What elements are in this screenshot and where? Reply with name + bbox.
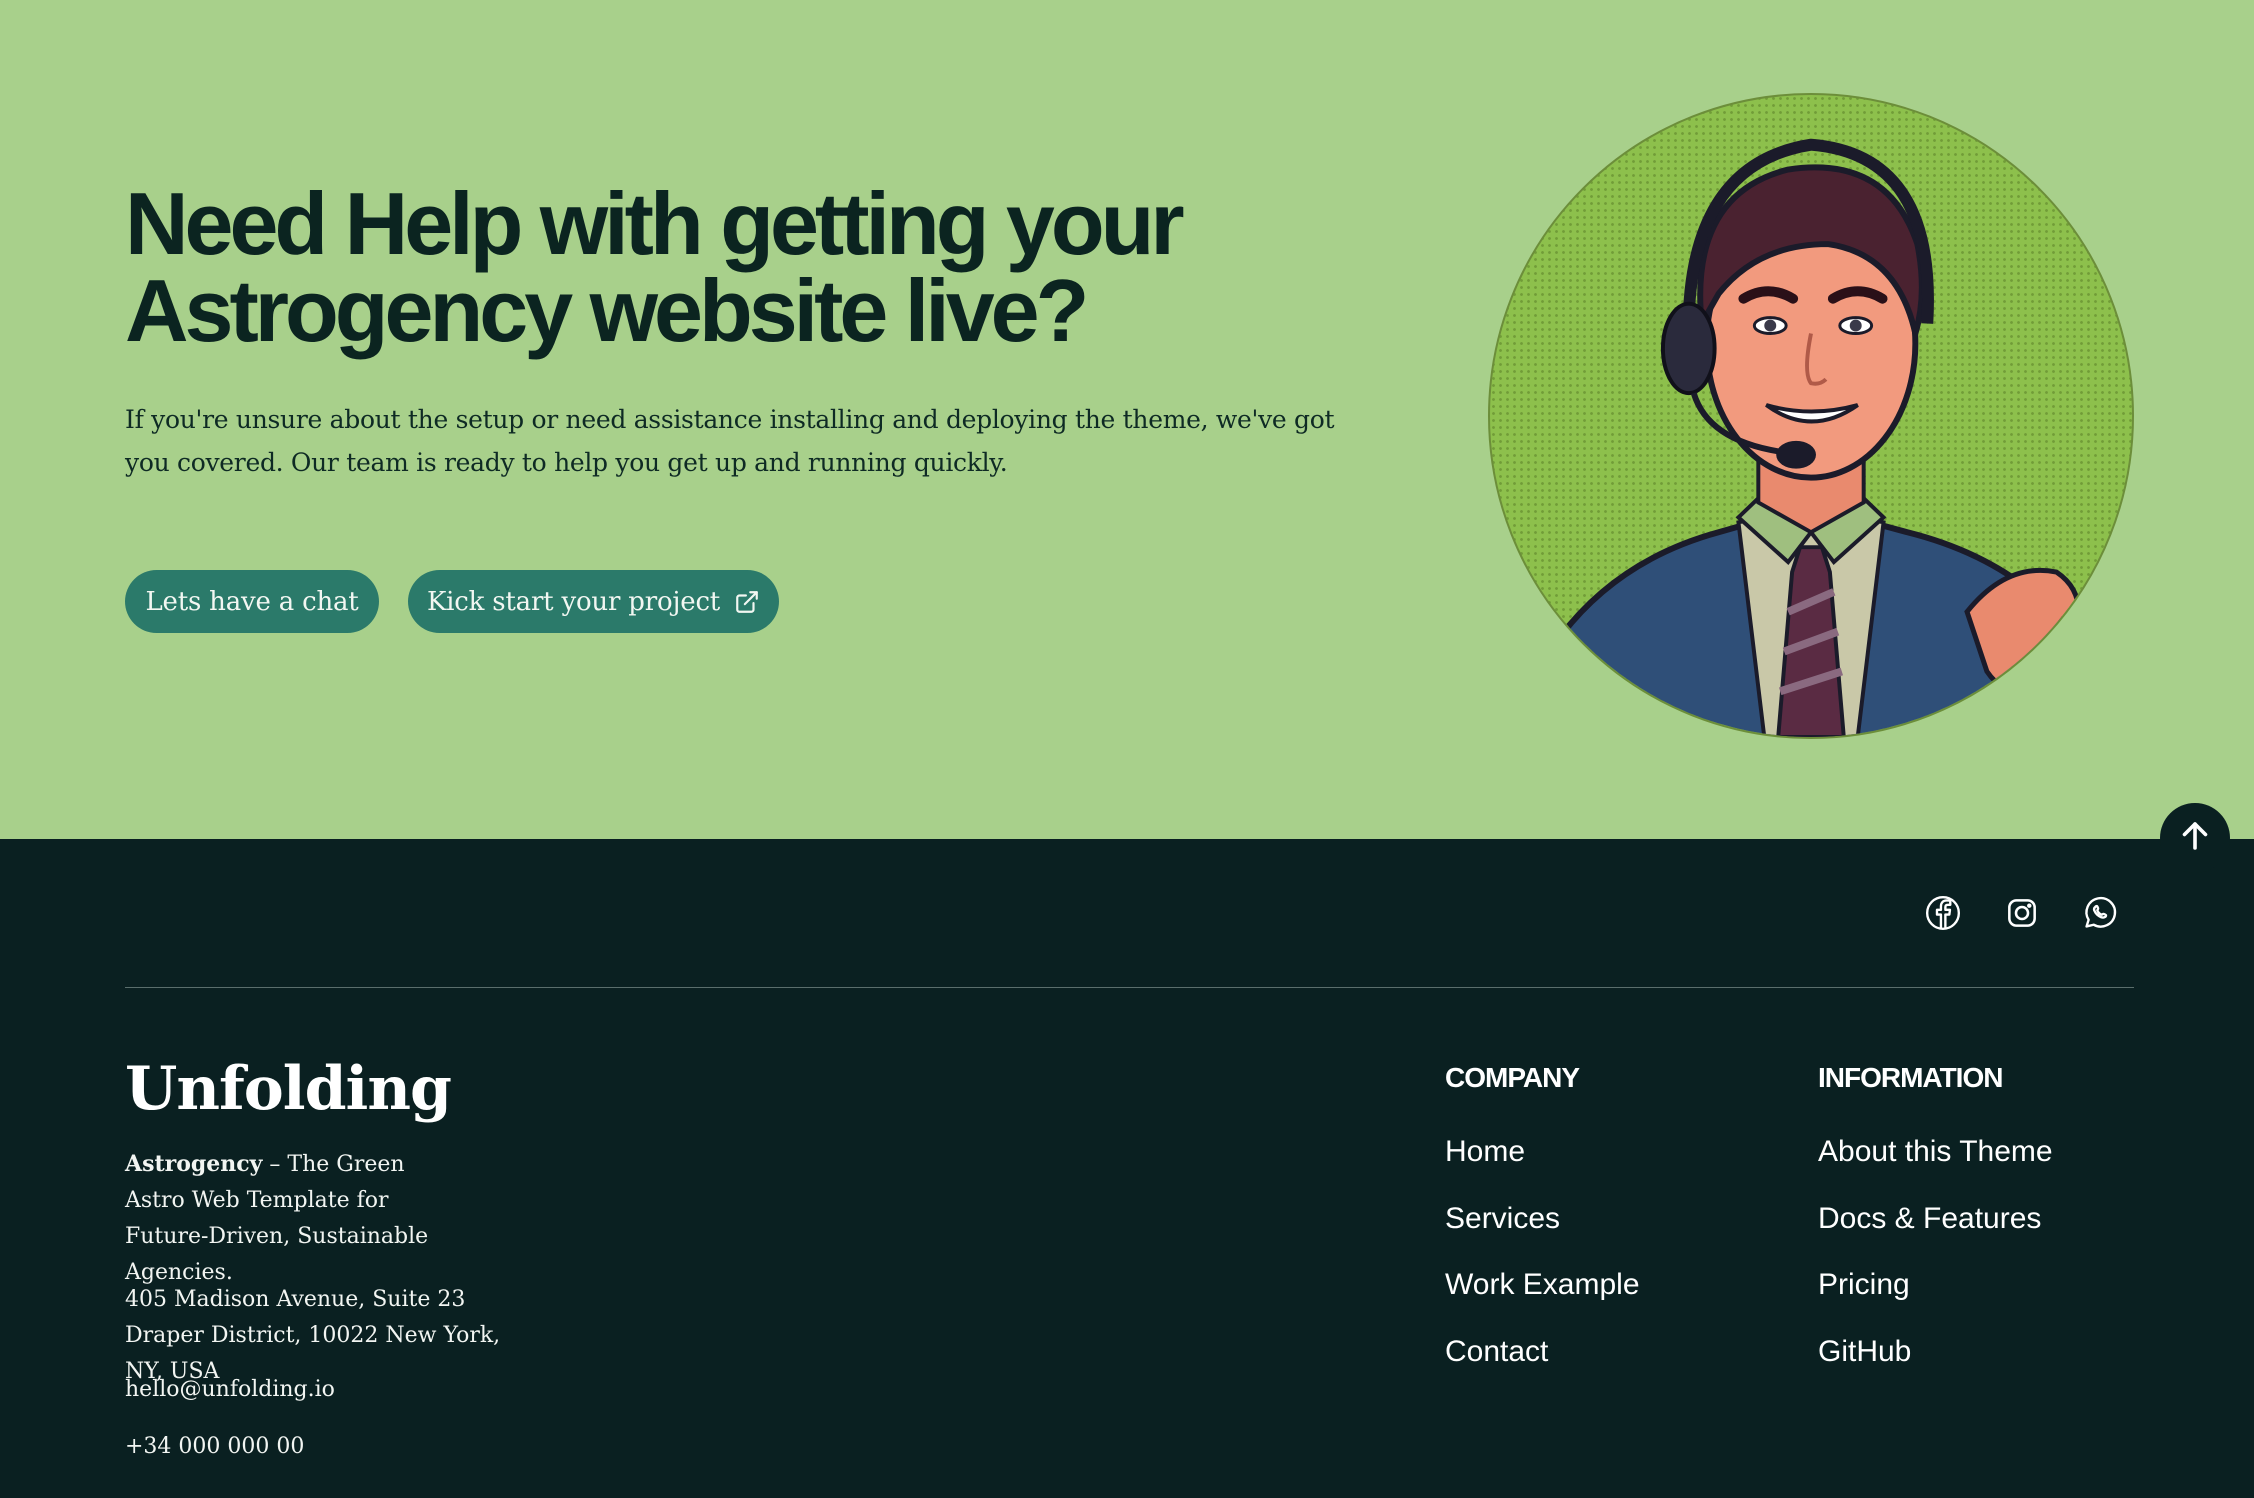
footer-link-home[interactable]: Home <box>1445 1135 1640 1202</box>
company-address: 405 Madison Avenue, Suite 23 Draper Dist… <box>125 1287 501 1384</box>
phone-link[interactable]: +34 000 000 00 <box>125 1434 304 1459</box>
information-nav: INFORMATION About this Theme Docs & Feat… <box>1818 1062 2053 1401</box>
facebook-link[interactable] <box>1924 894 1962 932</box>
email-link[interactable]: hello@unfolding.io <box>125 1377 335 1402</box>
footer-link-docs-features[interactable]: Docs & Features <box>1818 1202 2053 1269</box>
facebook-icon <box>1924 895 1962 936</box>
footer-logo[interactable]: Unfolding <box>125 1054 452 1124</box>
cta-title: Need Help with getting your Astrogency w… <box>125 174 1185 360</box>
company-heading: COMPANY <box>1445 1062 1580 1093</box>
kick-start-project-button[interactable]: Kick start your project <box>408 570 779 633</box>
footer-link-contact[interactable]: Contact <box>1445 1335 1640 1402</box>
lets-have-a-chat-button[interactable]: Lets have a chat <box>125 570 379 633</box>
kick-start-project-label: Kick start your project <box>426 586 721 617</box>
brand-tagline: Astrogency – The Green Astro Web Templat… <box>125 1146 465 1291</box>
instagram-icon <box>2003 899 2041 936</box>
cta-description: If you're unsure about the setup or need… <box>125 405 1335 477</box>
brand-name: Astrogency <box>125 1151 263 1177</box>
external-link-icon <box>734 589 760 615</box>
arrow-up-icon <box>2177 818 2213 858</box>
support-agent-portrait <box>1488 93 2134 739</box>
whatsapp-icon <box>2081 896 2119 936</box>
footer-divider <box>125 987 2134 988</box>
footer: Unfolding Astrogency – The Green Astro W… <box>0 839 2254 1498</box>
instagram-link[interactable] <box>2003 894 2041 932</box>
footer-link-services[interactable]: Services <box>1445 1202 1640 1269</box>
footer-link-pricing[interactable]: Pricing <box>1818 1268 2053 1335</box>
cta-section: Need Help with getting your Astrogency w… <box>0 0 2254 839</box>
footer-link-about-theme[interactable]: About this Theme <box>1818 1135 2053 1202</box>
whatsapp-link[interactable] <box>2081 894 2119 932</box>
footer-link-work-example[interactable]: Work Example <box>1445 1268 1640 1335</box>
footer-link-github[interactable]: GitHub <box>1818 1335 2053 1402</box>
company-nav: COMPANY Home Services Work Example Conta… <box>1445 1062 1640 1401</box>
lets-have-a-chat-label: Lets have a chat <box>145 586 359 617</box>
information-heading: INFORMATION <box>1818 1062 2003 1093</box>
scroll-to-top-button[interactable] <box>2160 803 2230 873</box>
